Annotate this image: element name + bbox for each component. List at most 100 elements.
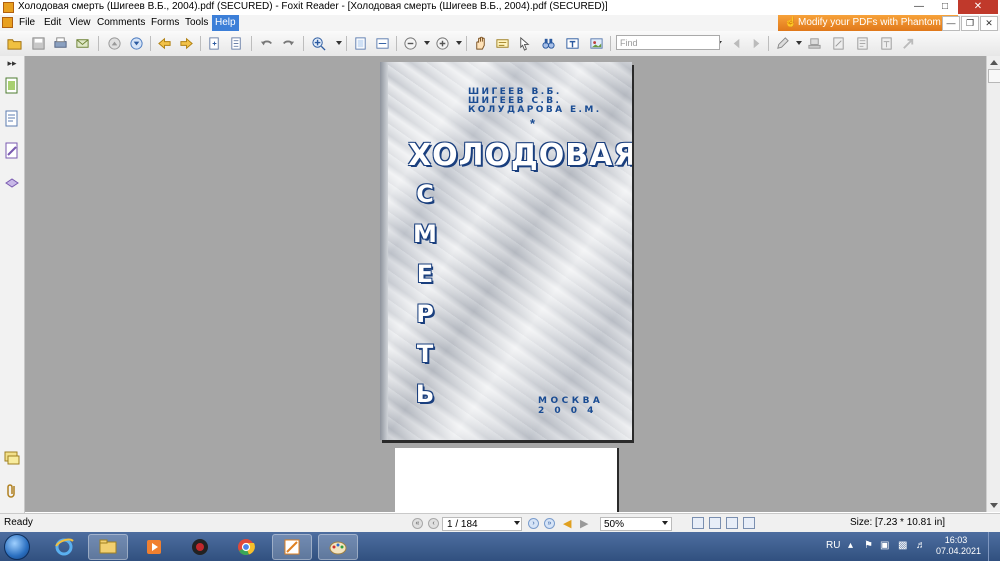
show-desktop-button[interactable] (988, 532, 1000, 561)
insert-page-icon[interactable] (206, 35, 223, 52)
go-back-icon[interactable]: ◀ (563, 517, 571, 530)
scroll-down-arrow-icon[interactable] (990, 503, 998, 508)
previous-page-icon[interactable] (106, 35, 123, 52)
media-player-icon[interactable] (134, 534, 174, 560)
bookmarks-panel-icon[interactable] (4, 110, 20, 128)
arrow-tool-icon[interactable] (900, 35, 917, 52)
print-icon[interactable] (52, 35, 69, 52)
facing-view-icon[interactable] (726, 517, 738, 529)
fit-page-icon[interactable] (352, 35, 369, 52)
menu-edit[interactable]: Edit (41, 15, 64, 31)
single-page-view-icon[interactable] (692, 517, 704, 529)
go-forward-icon[interactable]: ▶ (580, 517, 588, 530)
undo-icon[interactable] (258, 35, 275, 52)
next-page-icon[interactable] (128, 35, 145, 52)
pencil-dropdown-arrow-icon[interactable] (796, 41, 802, 45)
page-dropdown-arrow-icon[interactable] (514, 521, 520, 525)
last-page-icon[interactable]: » (544, 518, 555, 529)
volume-icon[interactable]: ♬ (916, 540, 926, 551)
stamp-icon[interactable] (806, 35, 823, 52)
start-button[interactable] (4, 534, 30, 560)
dark-app-icon[interactable] (180, 534, 220, 560)
page-number-field[interactable]: 1 / 184 (442, 517, 522, 531)
menu-file[interactable]: File (16, 15, 38, 31)
find-next-icon[interactable] (748, 35, 765, 52)
scroll-thumb[interactable] (988, 69, 1000, 83)
image-icon[interactable] (588, 35, 605, 52)
pages-panel-icon[interactable] (4, 77, 20, 95)
zoom-in-icon[interactable] (310, 35, 327, 52)
email-icon[interactable] (74, 35, 91, 52)
continuous-view-icon[interactable] (709, 517, 721, 529)
attachments-panel-icon[interactable] (4, 482, 20, 500)
zoom-value: 50% (604, 519, 625, 530)
form-field-icon[interactable] (854, 35, 871, 52)
cover-author-3: КОЛУДАРОВА Е.М. (468, 105, 602, 115)
previous-page-status-icon[interactable]: ‹ (428, 518, 439, 529)
hand-tool-icon[interactable] (472, 35, 489, 52)
continuous-facing-view-icon[interactable] (743, 517, 755, 529)
zoom-out-icon[interactable] (402, 35, 419, 52)
snapshot-tool-icon[interactable] (516, 35, 533, 52)
document-menu-icon[interactable] (2, 17, 13, 28)
menu-help[interactable]: Help (212, 15, 239, 31)
file-explorer-icon[interactable] (88, 534, 128, 560)
doc-close-button[interactable]: ✕ (980, 16, 998, 31)
zoom-dropdown-arrow-icon[interactable] (336, 41, 342, 45)
comments-panel-icon[interactable] (4, 449, 20, 467)
device-icon[interactable]: ▣ (880, 540, 889, 551)
menu-tools[interactable]: Tools (182, 15, 211, 31)
note-edit-icon[interactable] (830, 35, 847, 52)
maximize-button[interactable]: □ (932, 0, 958, 14)
foxit-app-icon[interactable] (3, 2, 14, 13)
menu-comments[interactable]: Comments (94, 15, 148, 31)
cover-authors: ШИГЕЕВ В.Б. ШИГЕЕВ С.В. КОЛУДАРОВА Е.М. (468, 88, 602, 115)
find-previous-icon[interactable] (728, 35, 745, 52)
back-arrow-icon[interactable] (156, 35, 173, 52)
zoom-plus-icon[interactable] (434, 35, 451, 52)
zoom-out-dropdown-arrow-icon[interactable] (424, 41, 430, 45)
pencil-icon[interactable] (774, 35, 791, 52)
cover-title-letter: М (413, 220, 437, 248)
keyboard-language[interactable]: RU (826, 540, 840, 551)
layers-panel-icon[interactable] (4, 174, 20, 192)
next-page-status-icon[interactable]: › (528, 518, 539, 529)
select-text-icon[interactable] (494, 35, 511, 52)
text-box-icon[interactable] (878, 35, 895, 52)
open-icon[interactable] (6, 35, 23, 52)
zoom-plus-dropdown-arrow-icon[interactable] (456, 41, 462, 45)
fit-width-icon[interactable] (374, 35, 391, 52)
toolbar (0, 31, 1000, 57)
find-input[interactable]: Find (616, 35, 720, 50)
menu-view[interactable]: View (66, 15, 94, 31)
foxit-reader-task-icon[interactable] (272, 534, 312, 560)
save-icon[interactable] (30, 35, 47, 52)
vertical-scrollbar[interactable] (986, 56, 1000, 512)
redo-icon[interactable] (280, 35, 297, 52)
phantom-promo-banner[interactable]: ☝Modify your PDFs with Phantom (778, 15, 958, 31)
search-binoculars-icon[interactable] (540, 35, 557, 52)
zoom-status-dropdown-arrow-icon[interactable] (662, 521, 668, 525)
paint-icon[interactable] (318, 534, 358, 560)
internet-explorer-icon[interactable] (44, 534, 84, 560)
chrome-icon[interactable] (226, 534, 266, 560)
expand-panel-icon[interactable]: ▸▸ (4, 58, 20, 76)
show-hidden-icons-arrow-icon[interactable]: ▴ (848, 540, 853, 551)
typewriter-icon[interactable] (564, 35, 581, 52)
doc-minimize-button[interactable]: — (942, 16, 960, 31)
first-page-icon[interactable]: « (412, 518, 423, 529)
scroll-up-arrow-icon[interactable] (990, 60, 998, 65)
annotations-panel-icon[interactable] (4, 142, 20, 160)
flag-icon[interactable]: ⚑ (864, 540, 873, 551)
cover-title-letter: Ь (415, 380, 435, 408)
menu-forms[interactable]: Forms (148, 15, 182, 31)
cover-star: * (530, 116, 536, 131)
forward-arrow-icon[interactable] (178, 35, 195, 52)
network-icon[interactable]: ▩ (898, 540, 907, 551)
extract-page-icon[interactable] (228, 35, 245, 52)
system-clock[interactable]: 16:03 07.04.2021 (936, 535, 981, 557)
document-view[interactable]: ШИГЕЕВ В.Б. ШИГЕЕВ С.В. КОЛУДАРОВА Е.М. … (25, 56, 986, 512)
close-button[interactable]: ✕ (958, 0, 998, 14)
doc-restore-button[interactable]: ❐ (961, 16, 979, 31)
minimize-button[interactable]: — (906, 0, 932, 14)
